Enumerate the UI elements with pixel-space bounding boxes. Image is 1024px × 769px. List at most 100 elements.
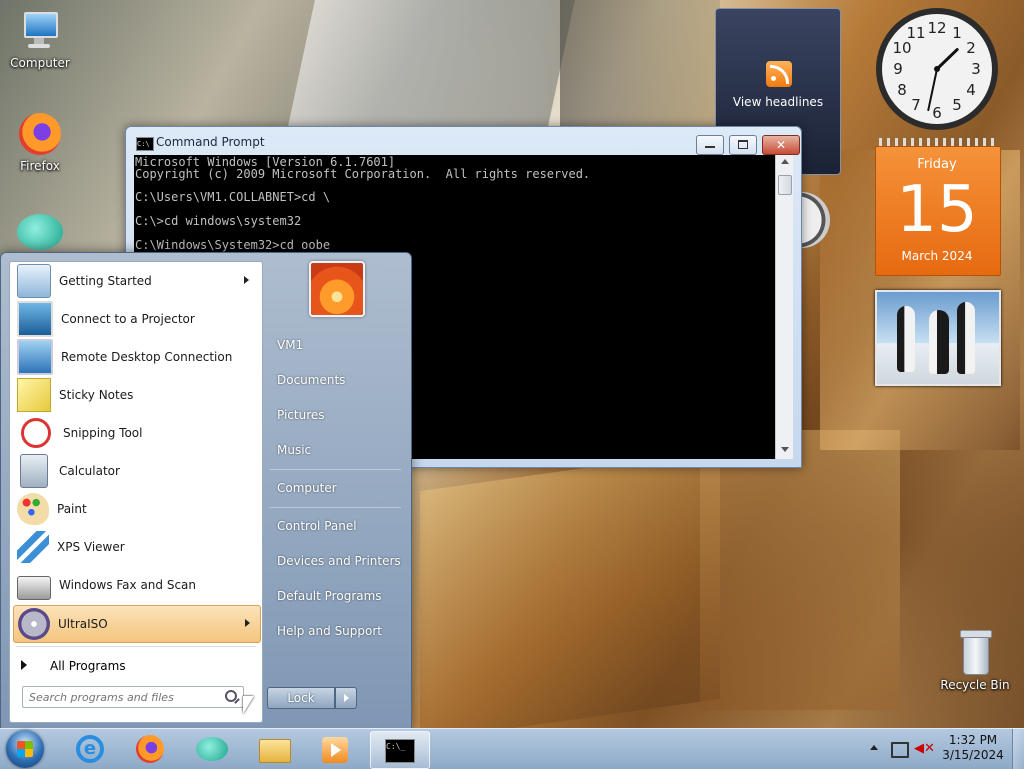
maximize-button[interactable] xyxy=(729,135,757,155)
desktop-icon-app[interactable] xyxy=(0,214,80,254)
right-item-control-panel[interactable]: Control Panel xyxy=(277,519,357,533)
tray-time: 1:32 PM xyxy=(948,733,998,747)
desktop-icon-computer[interactable]: Computer xyxy=(0,10,80,70)
desktop-icon-firefox[interactable]: Firefox xyxy=(0,113,80,173)
menu-item-label: Paint xyxy=(57,502,87,516)
search-box[interactable] xyxy=(22,686,244,708)
sticky-notes-icon xyxy=(17,378,51,412)
menu-item-sticky-notes[interactable]: Sticky Notes xyxy=(13,377,259,413)
separator xyxy=(269,507,401,508)
chevron-right-icon xyxy=(344,694,349,702)
svg-text:7: 7 xyxy=(911,96,921,114)
right-item-music[interactable]: Music xyxy=(277,443,311,457)
calendar-month-year: March 2024 xyxy=(901,249,973,263)
taskbar-app[interactable] xyxy=(184,731,240,767)
search-input[interactable] xyxy=(27,688,217,706)
window-title: Command Prompt xyxy=(156,135,265,149)
right-item-user[interactable]: VM1 xyxy=(277,338,303,352)
menu-item-paint[interactable]: Paint xyxy=(13,491,259,527)
calendar-weekday: Friday xyxy=(917,157,957,172)
menu-item-label: Calculator xyxy=(59,464,120,478)
recycle-bin-icon xyxy=(960,630,992,675)
menu-item-snipping-tool[interactable]: Snipping Tool xyxy=(13,415,259,451)
lock-button[interactable]: Lock xyxy=(267,687,335,709)
programs-separator xyxy=(16,646,256,647)
separator xyxy=(269,469,401,470)
scroll-down-arrow-icon xyxy=(781,447,789,452)
xps-viewer-icon xyxy=(17,531,49,563)
desktop-icon-recycle-bin[interactable]: Recycle Bin xyxy=(935,630,1015,692)
taskbar: e C:\_ ◀✕ 1:32 PM 3/15/2024 xyxy=(0,728,1024,769)
clock-gadget[interactable]: 12 1 2 345 678 9 10 11 xyxy=(874,6,1000,132)
start-menu[interactable]: Getting Started Connect to a Projector R… xyxy=(0,252,412,730)
menu-item-label: Connect to a Projector xyxy=(61,312,195,326)
vertical-scrollbar[interactable] xyxy=(775,155,793,459)
right-item-help-support[interactable]: Help and Support xyxy=(277,624,382,638)
right-item-computer[interactable]: Computer xyxy=(277,481,337,495)
menu-item-projector[interactable]: Connect to a Projector xyxy=(13,301,259,337)
menu-item-xps-viewer[interactable]: XPS Viewer xyxy=(13,529,259,565)
volume-muted-icon[interactable]: ◀✕ xyxy=(914,741,935,757)
svg-text:12: 12 xyxy=(927,19,946,37)
menu-item-label: Windows Fax and Scan xyxy=(59,578,197,592)
cmd-icon: C:\_ xyxy=(385,739,415,763)
slideshow-gadget[interactable] xyxy=(875,290,1001,386)
all-programs-button[interactable]: All Programs xyxy=(13,652,259,678)
scroll-up-arrow-icon xyxy=(781,159,789,164)
menu-item-label: Sticky Notes xyxy=(59,388,134,402)
all-programs-label: All Programs xyxy=(50,659,126,673)
scrollbar-thumb[interactable] xyxy=(778,175,792,195)
computer-icon xyxy=(20,10,60,52)
minimize-button[interactable] xyxy=(696,135,724,155)
submenu-arrow-icon xyxy=(244,276,249,284)
show-desktop-button[interactable] xyxy=(1012,729,1024,769)
menu-item-ultraiso[interactable]: UltraISO xyxy=(13,605,261,643)
menu-item-label: XPS Viewer xyxy=(57,540,125,554)
menu-item-label: Getting Started xyxy=(59,274,152,288)
svg-text:3: 3 xyxy=(971,60,981,78)
show-hidden-icons-button[interactable] xyxy=(870,745,878,750)
title-bar[interactable]: C:\ Command Prompt ✕ xyxy=(126,127,801,155)
menu-item-label: UltraISO xyxy=(58,617,108,631)
right-item-pictures[interactable]: Pictures xyxy=(277,408,325,422)
clock-face: 12 12 345 678 91011 xyxy=(876,8,998,130)
taskbar-media-player[interactable] xyxy=(308,731,364,767)
network-icon[interactable] xyxy=(891,742,909,758)
lock-label: Lock xyxy=(287,691,315,705)
taskbar-command-prompt[interactable]: C:\_ xyxy=(370,731,430,769)
clock-area[interactable]: 1:32 PM 3/15/2024 xyxy=(940,733,1006,763)
desktop-icon-label: Firefox xyxy=(20,159,60,173)
right-item-default-programs[interactable]: Default Programs xyxy=(277,589,382,603)
ultraiso-icon xyxy=(18,608,50,640)
right-item-devices-printers[interactable]: Devices and Printers xyxy=(277,554,401,568)
menu-item-calculator[interactable]: Calculator xyxy=(13,453,259,489)
app-icon xyxy=(17,214,63,250)
folder-icon xyxy=(259,739,291,763)
start-button[interactable] xyxy=(6,730,44,768)
taskbar-ie[interactable]: e xyxy=(62,731,118,767)
snipping-tool-icon xyxy=(21,418,51,448)
close-button[interactable]: ✕ xyxy=(762,135,800,155)
taskbar-explorer[interactable] xyxy=(246,731,302,767)
user-picture[interactable] xyxy=(309,261,365,317)
firefox-icon xyxy=(136,735,164,763)
menu-item-getting-started[interactable]: Getting Started xyxy=(13,263,259,299)
svg-text:6: 6 xyxy=(932,104,942,122)
svg-text:8: 8 xyxy=(897,81,907,99)
app-icon xyxy=(196,737,228,761)
all-programs-arrow-icon xyxy=(21,660,27,670)
shutdown-options-button[interactable] xyxy=(335,687,357,709)
windows-logo-icon xyxy=(17,741,33,757)
firefox-icon xyxy=(19,113,61,155)
right-item-documents[interactable]: Documents xyxy=(277,373,345,387)
submenu-arrow-icon xyxy=(245,619,250,627)
calendar-gadget[interactable]: Friday 15 March 2024 xyxy=(875,138,1001,276)
view-headlines-link[interactable]: View headlines xyxy=(716,95,840,109)
close-icon: ✕ xyxy=(775,138,787,152)
svg-text:1: 1 xyxy=(952,24,962,42)
menu-item-fax-scan[interactable]: Windows Fax and Scan xyxy=(13,567,259,603)
rss-icon xyxy=(766,61,792,87)
menu-item-remote-desktop[interactable]: Remote Desktop Connection xyxy=(13,339,259,375)
remote-desktop-icon xyxy=(17,339,53,375)
taskbar-firefox[interactable] xyxy=(122,731,178,767)
